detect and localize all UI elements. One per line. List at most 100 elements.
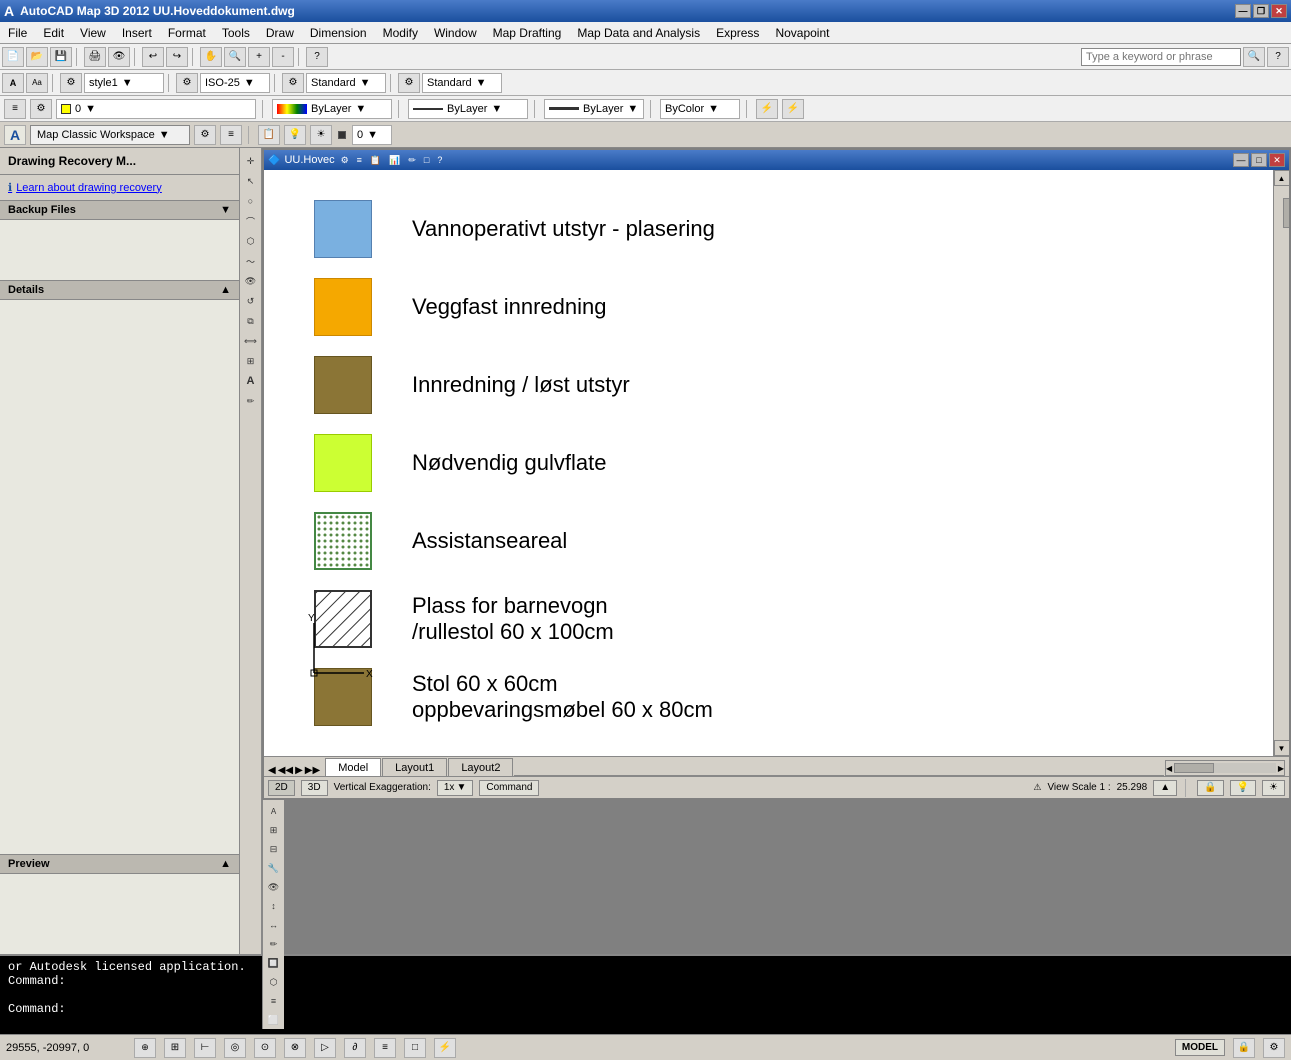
- poly-tool-btn[interactable]: ⬡: [242, 232, 260, 250]
- menu-draw[interactable]: Draw: [258, 24, 302, 42]
- workspace-settings-btn[interactable]: ⚙: [194, 125, 216, 145]
- ws-extra-dropdown[interactable]: 0 ▼: [352, 125, 392, 145]
- mode-2d-btn[interactable]: 2D: [268, 780, 295, 796]
- model-status[interactable]: MODEL: [1175, 1039, 1225, 1056]
- info-link-text[interactable]: Learn about drawing recovery: [16, 182, 162, 194]
- style-settings-btn[interactable]: ⚙: [60, 73, 82, 93]
- rt-tool10-btn[interactable]: ⬡: [265, 973, 283, 991]
- rt-tool2-btn[interactable]: ⊞: [265, 821, 283, 839]
- rt-tool11-btn[interactable]: ≡: [265, 992, 283, 1010]
- menu-modify[interactable]: Modify: [375, 24, 426, 42]
- close-button[interactable]: ✕: [1271, 4, 1287, 18]
- zoom-out-button[interactable]: -: [272, 47, 294, 67]
- layer-dropdown[interactable]: 0 ▼: [56, 99, 256, 119]
- save-button[interactable]: 💾: [50, 47, 72, 67]
- rt-tool3-btn[interactable]: ⊟: [265, 840, 283, 858]
- redo-button[interactable]: ↪: [166, 47, 188, 67]
- minimize-button[interactable]: —: [1235, 4, 1251, 18]
- tab-first-btn[interactable]: ◀◀: [278, 765, 293, 776]
- horizontal-scrollbar[interactable]: ◀ ▶: [1165, 760, 1285, 776]
- osnap-btn[interactable]: ⊙: [254, 1038, 276, 1058]
- menu-insert[interactable]: Insert: [114, 24, 160, 42]
- vert-exag-dropdown[interactable]: 1x ▼: [437, 780, 473, 796]
- rotate-tool-btn[interactable]: ↺: [242, 292, 260, 310]
- iso-dropdown[interactable]: ISO-25 ▼: [200, 73, 270, 93]
- menu-dimension[interactable]: Dimension: [302, 24, 375, 42]
- menu-file[interactable]: File: [0, 24, 35, 42]
- linetype-dropdown[interactable]: ByLayer ▼: [408, 99, 528, 119]
- zoom-button[interactable]: 🔍: [224, 47, 246, 67]
- hscroll-track[interactable]: [1174, 763, 1276, 773]
- search-button[interactable]: 🔍: [1243, 47, 1265, 67]
- scroll-down-btn[interactable]: ▼: [1274, 740, 1290, 756]
- vertical-scrollbar[interactable]: ▲ ▼: [1273, 170, 1289, 756]
- standard2-dropdown[interactable]: Standard ▼: [422, 73, 502, 93]
- dw-tool-icon7[interactable]: ?: [435, 155, 444, 165]
- lw-btn[interactable]: ≡: [374, 1038, 396, 1058]
- hscroll-thumb[interactable]: [1174, 763, 1214, 773]
- grid-tool-btn[interactable]: ⊞: [242, 352, 260, 370]
- drawing-close-btn[interactable]: ✕: [1269, 153, 1285, 167]
- mirror-tool-btn[interactable]: ⟺: [242, 332, 260, 350]
- iso-settings-btn[interactable]: ⚙: [176, 73, 198, 93]
- details-section[interactable]: Details ▲: [0, 280, 239, 300]
- menu-map-drafting[interactable]: Map Drafting: [485, 24, 570, 42]
- menu-novapoint[interactable]: Novapoint: [767, 24, 837, 42]
- zoom-in-button[interactable]: +: [248, 47, 270, 67]
- lock-status-btn[interactable]: 🔒: [1233, 1038, 1255, 1058]
- layer-settings-btn[interactable]: ⚙: [30, 99, 52, 119]
- color-dropdown[interactable]: ByLayer ▼: [272, 99, 392, 119]
- dw-tool-icon5[interactable]: ✏: [406, 155, 418, 166]
- dw-tool-icon6[interactable]: □: [422, 155, 431, 165]
- tab-model[interactable]: Model: [325, 758, 381, 776]
- mode-3d-btn[interactable]: 3D: [301, 780, 328, 796]
- extra-tools2-btn[interactable]: ⚡: [782, 99, 804, 119]
- draw-btn1[interactable]: A: [2, 73, 24, 93]
- extra-tools-btn[interactable]: ⚡: [756, 99, 778, 119]
- drawing-minimize-btn[interactable]: —: [1233, 153, 1249, 167]
- workspace-dropdown[interactable]: Map Classic Workspace ▼: [30, 125, 190, 145]
- view-scale-up-btn[interactable]: ▲: [1153, 780, 1177, 796]
- menu-view[interactable]: View: [72, 24, 114, 42]
- new-button[interactable]: 📄: [2, 47, 24, 67]
- tab-last-btn[interactable]: ▶▶: [305, 765, 320, 776]
- tmodel-btn[interactable]: □: [404, 1038, 426, 1058]
- workspace-extra-btn[interactable]: ≡: [220, 125, 242, 145]
- menu-edit[interactable]: Edit: [35, 24, 72, 42]
- layer-manager-btn[interactable]: ≡: [4, 99, 26, 119]
- rt-tool9-btn[interactable]: 🔲: [265, 954, 283, 972]
- preview-section-header[interactable]: Preview ▲: [0, 854, 239, 874]
- freehand-tool-btn[interactable]: 〜: [242, 252, 260, 270]
- draw-btn2[interactable]: Aa: [26, 73, 48, 93]
- rt-tool5-btn[interactable]: 👁: [265, 878, 283, 896]
- preview-button[interactable]: 👁: [108, 47, 130, 67]
- ducs-btn[interactable]: ▷: [314, 1038, 336, 1058]
- rt-tool8-btn[interactable]: ✏: [265, 935, 283, 953]
- rt-tool7-btn[interactable]: ↔: [265, 916, 283, 934]
- lineweight-dropdown[interactable]: ByLayer ▼: [544, 99, 644, 119]
- undo-button[interactable]: ↩: [142, 47, 164, 67]
- command-button[interactable]: Command: [479, 780, 539, 796]
- hscroll-right-btn[interactable]: ▶: [1278, 764, 1284, 773]
- menu-window[interactable]: Window: [426, 24, 485, 42]
- light-btn[interactable]: 💡: [1230, 780, 1256, 796]
- ws-sun-btn[interactable]: ☀: [310, 125, 332, 145]
- panel-info[interactable]: ℹ Learn about drawing recovery: [0, 175, 239, 200]
- rt-tool4-btn[interactable]: 🔧: [265, 859, 283, 877]
- rt-tool12-btn[interactable]: ⬜: [265, 1011, 283, 1029]
- menu-tools[interactable]: Tools: [214, 24, 258, 42]
- dw-tool-icon1[interactable]: ⚙: [339, 155, 351, 166]
- menu-format[interactable]: Format: [160, 24, 214, 42]
- help2-button[interactable]: ?: [1267, 47, 1289, 67]
- menu-map-data[interactable]: Map Data and Analysis: [569, 24, 708, 42]
- drawing-maximize-btn[interactable]: □: [1251, 153, 1267, 167]
- dyn-btn[interactable]: ∂: [344, 1038, 366, 1058]
- dw-tool-icon3[interactable]: 📋: [368, 155, 383, 166]
- drawing-canvas[interactable]: Vannoperativt utstyr - plasering Veggfas…: [264, 170, 1273, 756]
- menu-express[interactable]: Express: [708, 24, 767, 42]
- print-button[interactable]: 🖨: [84, 47, 106, 67]
- select-tool-btn[interactable]: ↖: [242, 172, 260, 190]
- scroll-up-btn[interactable]: ▲: [1274, 170, 1290, 186]
- manage-btn[interactable]: ⚙: [1263, 1038, 1285, 1058]
- restore-button[interactable]: ❐: [1253, 4, 1269, 18]
